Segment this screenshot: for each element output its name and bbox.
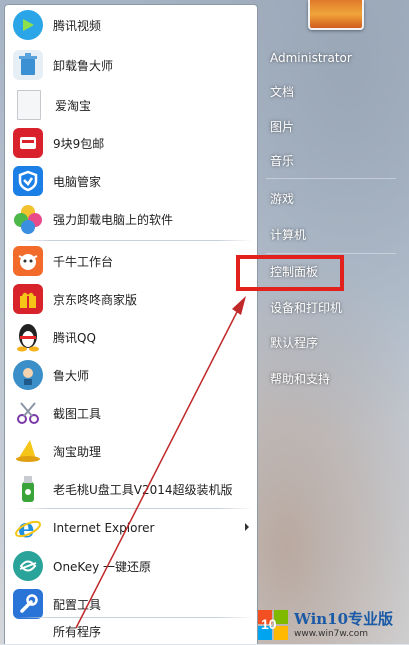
watermark-url: www.win7w.com [294, 628, 369, 639]
watermark: 10 Win10专业版 www.win7w.com [256, 605, 409, 644]
windows-logo-icon: 10 [258, 609, 288, 640]
watermark-title: Win10专业版 [294, 609, 394, 628]
annotation-arrow [75, 296, 246, 629]
